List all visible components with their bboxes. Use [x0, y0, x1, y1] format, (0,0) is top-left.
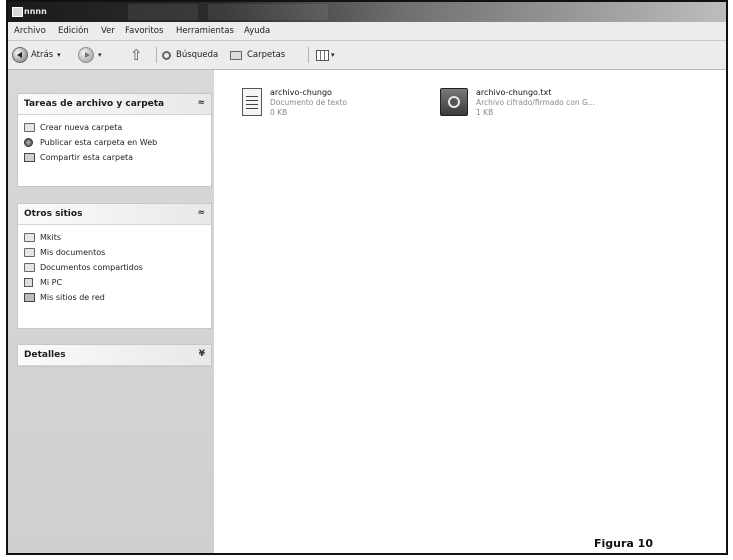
folders-button[interactable]: Carpetas: [230, 45, 285, 65]
other-places-header[interactable]: Otros sitios ≈: [18, 204, 211, 225]
place-my-documents[interactable]: Mis documentos: [24, 245, 207, 260]
task-publish-web[interactable]: Publicar esta carpeta en Web: [24, 135, 207, 150]
details-panel: Detalles ¥: [17, 344, 212, 367]
new-folder-icon: [24, 123, 35, 132]
computer-icon: [24, 278, 33, 287]
share-folder-icon: [24, 153, 35, 162]
folder-icon: [24, 263, 35, 272]
window-icon: [12, 7, 23, 17]
place-mkits[interactable]: Mkits: [24, 230, 207, 245]
task-pane: Tareas de archivo y carpeta ≈ Crear nuev…: [8, 70, 214, 553]
file-name: archivo-chungo.txt: [476, 88, 552, 97]
network-places-icon: [24, 293, 35, 302]
back-label: Atrás: [31, 50, 54, 60]
back-button[interactable]: Atrás ▾: [12, 45, 61, 65]
place-label: Mis documentos: [40, 248, 106, 257]
collapse-chevron-icon[interactable]: ≈: [197, 208, 205, 218]
file-size: 1 KB: [476, 108, 494, 117]
toolbar-separator: [156, 47, 157, 63]
panel-title: Detalles: [24, 350, 66, 360]
menu-ayuda[interactable]: Ayuda: [244, 26, 270, 36]
search-icon: [162, 50, 171, 60]
file-type: Archivo cifrado/firmado con G...: [476, 98, 595, 107]
menu-edicion[interactable]: Edición: [58, 26, 89, 36]
task-label: Crear nueva carpeta: [40, 123, 123, 132]
menu-bar: Archivo Edición Ver Favoritos Herramient…: [8, 22, 726, 41]
toolbar: Atrás ▾ ▾ ⇧ Búsqueda Carpetas ▾: [8, 41, 726, 70]
expand-chevron-icon[interactable]: ¥: [199, 349, 205, 359]
title-bar-shade: [208, 4, 328, 20]
task-new-folder[interactable]: Crear nueva carpeta: [24, 120, 207, 135]
place-my-pc[interactable]: Mi PC: [24, 275, 207, 290]
globe-icon: [24, 138, 33, 147]
panel-title: Otros sitios: [24, 209, 83, 219]
place-label: Mi PC: [40, 278, 63, 287]
other-places-panel: Otros sitios ≈ Mkits Mis documentos Docu…: [17, 203, 212, 329]
back-dropdown-icon[interactable]: ▾: [57, 51, 61, 59]
task-label: Publicar esta carpeta en Web: [40, 138, 158, 147]
back-arrow-icon: [12, 47, 28, 63]
panel-title: Tareas de archivo y carpeta: [24, 99, 165, 109]
up-folder-button[interactable]: ⇧: [130, 45, 143, 65]
menu-favoritos[interactable]: Favoritos: [125, 26, 163, 36]
place-shared-documents[interactable]: Documentos compartidos: [24, 260, 207, 275]
forward-dropdown-icon[interactable]: ▾: [98, 51, 102, 59]
explorer-window: nnnn Archivo Edición Ver Favoritos Herra…: [6, 0, 728, 555]
toolbar-separator: [308, 47, 309, 63]
place-label: Mis sitios de red: [40, 293, 105, 302]
encrypted-safe-icon: [440, 88, 468, 116]
collapse-chevron-icon[interactable]: ≈: [197, 98, 205, 108]
file-size: 0 KB: [270, 108, 288, 117]
file-folder-tasks-header[interactable]: Tareas de archivo y carpeta ≈: [18, 94, 211, 115]
views-dropdown-icon: ▾: [331, 51, 335, 59]
details-header[interactable]: Detalles ¥: [18, 345, 211, 366]
folders-icon: [230, 50, 242, 60]
window-title: nnnn: [24, 7, 47, 16]
folder-icon: [24, 248, 35, 257]
file-item[interactable]: archivo-chungo Documento de texto 0 KB: [242, 88, 347, 118]
folders-label: Carpetas: [247, 50, 286, 60]
folder-icon: [24, 233, 35, 242]
task-share-folder[interactable]: Compartir esta carpeta: [24, 150, 207, 165]
forward-button[interactable]: ▾: [78, 45, 102, 65]
task-label: Compartir esta carpeta: [40, 153, 134, 162]
figure-caption: Figura 10: [594, 537, 653, 550]
search-label: Búsqueda: [176, 50, 219, 60]
menu-archivo[interactable]: Archivo: [14, 26, 46, 36]
title-bar-shade: [128, 4, 198, 20]
place-label: Documentos compartidos: [40, 263, 143, 272]
search-button[interactable]: Búsqueda: [162, 45, 218, 65]
file-item[interactable]: archivo-chungo.txt Archivo cifrado/firma…: [440, 88, 595, 118]
menu-herramientas[interactable]: Herramientas: [176, 26, 234, 36]
menu-ver[interactable]: Ver: [101, 26, 115, 36]
title-bar[interactable]: nnnn: [8, 2, 726, 22]
views-grid-icon: [316, 49, 329, 61]
file-type: Documento de texto: [270, 98, 347, 107]
text-file-icon: [242, 88, 262, 116]
place-network[interactable]: Mis sitios de red: [24, 290, 207, 305]
file-folder-tasks-panel: Tareas de archivo y carpeta ≈ Crear nuev…: [17, 93, 212, 187]
file-name: archivo-chungo: [270, 88, 332, 97]
views-button[interactable]: ▾: [316, 45, 335, 65]
up-folder-icon: ⇧: [130, 46, 143, 64]
place-label: Mkits: [40, 233, 62, 242]
forward-arrow-icon: [78, 47, 94, 63]
